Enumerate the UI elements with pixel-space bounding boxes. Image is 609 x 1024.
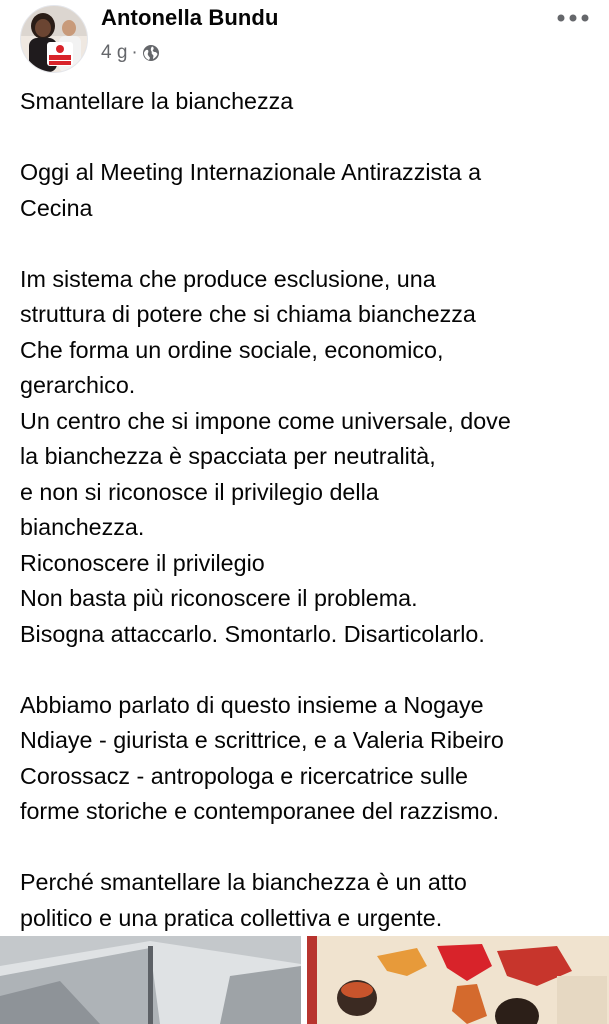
post-text-blank-line <box>20 652 600 688</box>
post-text-line: struttura di potere che si chiama bianch… <box>20 301 476 327</box>
post-time[interactable]: 4 g <box>101 42 127 64</box>
facebook-post: Antonella Bundu 4 g · Smantellare la bia… <box>0 0 609 1024</box>
more-options-button[interactable] <box>551 6 595 30</box>
post-text-line: politico e una pratica collettiva e urge… <box>20 904 443 931</box>
author-name[interactable]: Antonella Bundu <box>101 5 278 31</box>
post-text-line: Corossacz - antropologa e ricercatrice s… <box>20 762 469 789</box>
post-text-line: Oggi al Meeting Internazionale Antirazzi… <box>20 159 482 185</box>
author-avatar[interactable] <box>20 5 88 73</box>
post-text-line: Un centro che si impone come universale,… <box>20 407 511 434</box>
post-text-line: e non si riconosce il privilegio della <box>20 478 379 505</box>
post-text-line: Ndiaye - giurista e scrittrice, e a Vale… <box>20 727 504 753</box>
post-text-line: Smantellare la bianchezza <box>20 88 294 114</box>
post-text-line: Riconoscere il privilegio <box>20 549 265 576</box>
post-text-line: Bisogna attaccarlo. Smontarlo. Disartico… <box>20 620 485 647</box>
post-text-line: la bianchezza è spacciata per neutralità… <box>20 443 436 469</box>
post-text-line: Che forma un ordine sociale, economico, <box>20 336 444 363</box>
avatar-image <box>21 6 87 72</box>
post-text-blank-line <box>20 226 600 262</box>
post-photo-tent[interactable] <box>0 936 301 1024</box>
post-text-line: Im sistema che produce esclusione, una <box>20 265 436 292</box>
globe-icon <box>142 44 160 62</box>
post-photos <box>0 936 609 1024</box>
more-horizontal-icon <box>557 14 589 22</box>
post-text-line: gerarchico. <box>20 372 136 398</box>
meta-separator: · <box>131 42 138 63</box>
post-text-line: Non basta più riconoscere il problema. <box>20 585 418 611</box>
post-header: Antonella Bundu 4 g · <box>0 0 609 80</box>
post-meta: 4 g · <box>101 42 160 64</box>
post-text-blank-line <box>20 120 600 156</box>
post-text-blank-line <box>20 830 600 866</box>
post-text-line: Perché smantellare la bianchezza è un at… <box>20 869 467 895</box>
post-text-line: Abbiamo parlato di questo insieme a Noga… <box>20 691 484 718</box>
post-text-line: bianchezza. <box>20 514 145 540</box>
post-photo-map[interactable] <box>307 936 609 1024</box>
post-text: Smantellare la bianchezza Oggi al Meeting… <box>20 84 600 936</box>
post-text-line: Cecina <box>20 194 93 221</box>
post-text-line: forme storiche e contemporanee del razzi… <box>20 798 500 824</box>
